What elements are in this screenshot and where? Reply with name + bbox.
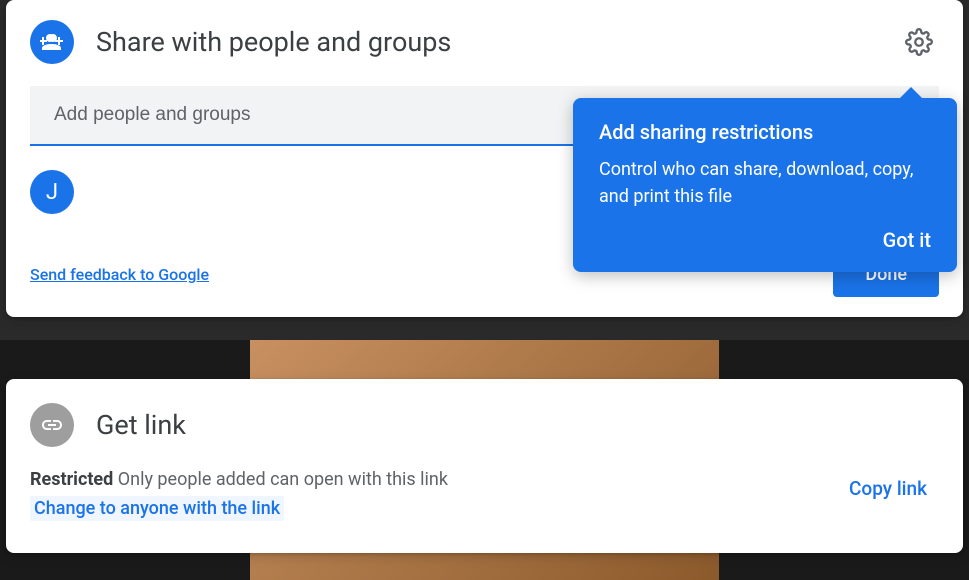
tooltip-title: Add sharing restrictions — [599, 120, 931, 144]
get-link-card: Get link Restricted Only people added ca… — [6, 379, 963, 553]
feedback-link[interactable]: Send feedback to Google — [30, 265, 209, 284]
copy-link-button[interactable]: Copy link — [837, 469, 939, 508]
restricted-label: Restricted — [30, 469, 113, 490]
link-body: Restricted Only people added can open wi… — [30, 469, 939, 521]
settings-tooltip: Add sharing restrictions Control who can… — [573, 98, 957, 272]
settings-button[interactable] — [899, 22, 939, 62]
share-header: Share with people and groups — [30, 20, 939, 64]
change-access-link[interactable]: Change to anyone with the link — [30, 496, 284, 521]
link-title: Get link — [96, 409, 939, 441]
link-header: Get link — [30, 403, 939, 447]
restricted-desc: Only people added can open with this lin… — [113, 469, 448, 490]
tooltip-dismiss-button[interactable]: Got it — [599, 228, 931, 252]
avatar: J — [30, 170, 74, 214]
person-add-icon — [30, 20, 74, 64]
gear-icon — [905, 28, 933, 56]
link-icon — [30, 403, 74, 447]
link-description-area: Restricted Only people added can open wi… — [30, 469, 837, 521]
tooltip-body: Control who can share, download, copy, a… — [599, 156, 931, 210]
share-title: Share with people and groups — [96, 26, 877, 58]
link-restriction-text: Restricted Only people added can open wi… — [30, 469, 837, 490]
